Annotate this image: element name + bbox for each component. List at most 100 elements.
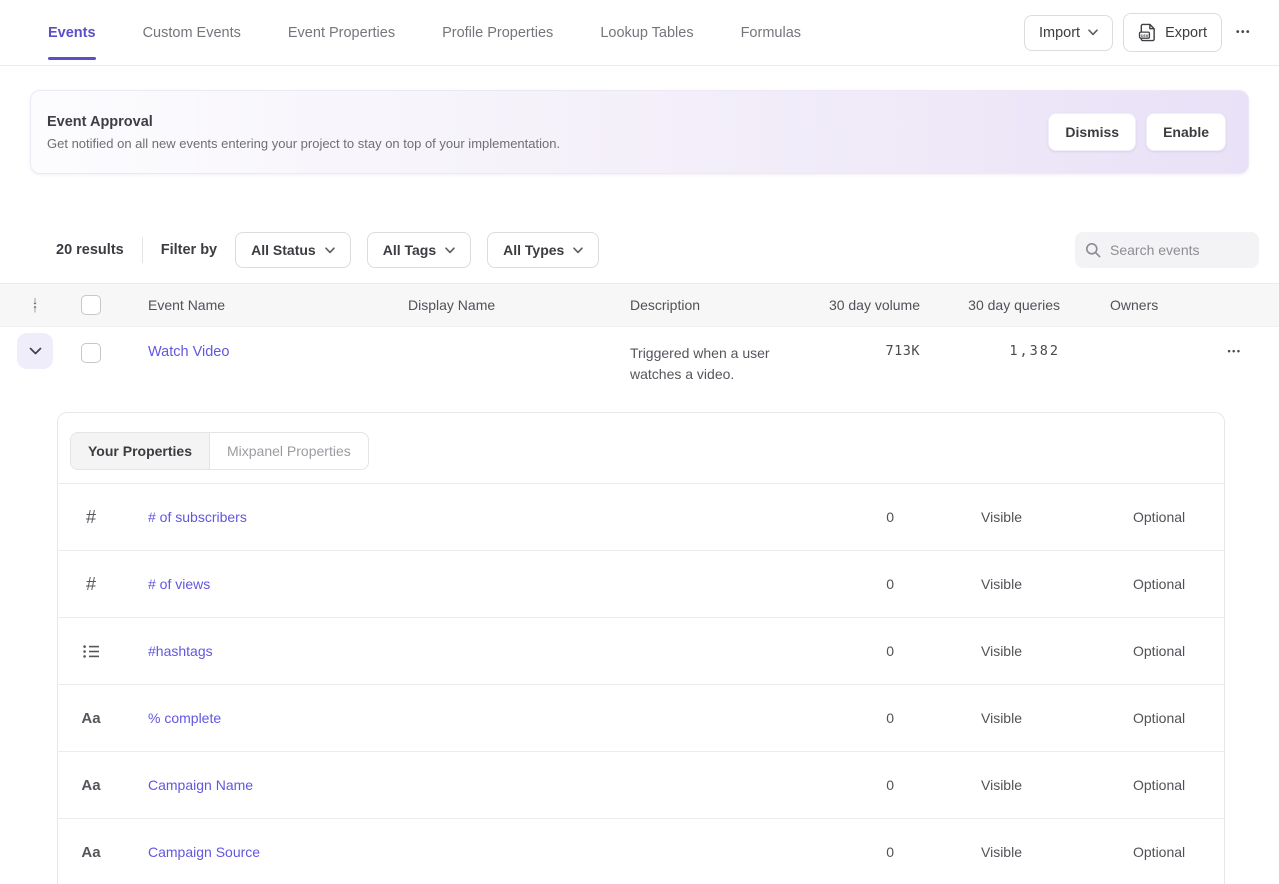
tab-profile-properties[interactable]: Profile Properties <box>442 3 553 63</box>
property-row: Aa % complete 0 Visible Optional <box>58 684 1224 751</box>
row-more-menu[interactable]: ••• <box>1224 341 1246 361</box>
property-name-link[interactable]: # of subscribers <box>124 509 764 525</box>
property-name-link[interactable]: # of views <box>124 576 764 592</box>
property-queries: 0 <box>764 576 894 592</box>
property-visibility: Visible <box>894 710 1109 726</box>
property-visibility: Visible <box>894 777 1109 793</box>
event-properties-panel: Your Properties Mixpanel Properties # # … <box>57 412 1225 884</box>
search-icon <box>1085 242 1101 258</box>
property-queries: 0 <box>764 777 894 793</box>
column-header-volume[interactable]: 30 day volume <box>820 297 920 313</box>
number-type-icon: # <box>86 574 96 595</box>
property-status: Optional <box>1109 844 1214 860</box>
property-visibility: Visible <box>894 844 1109 860</box>
text-type-icon: Aa <box>81 710 100 727</box>
lexicon-page: Events Custom Events Event Properties Pr… <box>0 0 1279 884</box>
dismiss-button[interactable]: Dismiss <box>1048 113 1136 151</box>
tab-events[interactable]: Events <box>48 3 96 63</box>
event-display-name <box>408 327 630 343</box>
property-visibility: Visible <box>894 576 1109 592</box>
import-label: Import <box>1039 25 1080 41</box>
property-status: Optional <box>1109 576 1214 592</box>
property-queries: 0 <box>764 643 894 659</box>
event-owners <box>1060 327 1190 343</box>
divider <box>142 237 143 263</box>
property-name-link[interactable]: #hashtags <box>124 643 764 659</box>
svg-text:csv: csv <box>1141 33 1149 38</box>
tab-event-properties[interactable]: Event Properties <box>288 3 395 63</box>
tab-mixpanel-properties[interactable]: Mixpanel Properties <box>210 433 368 469</box>
types-filter-dropdown[interactable]: All Types <box>487 232 599 268</box>
tab-formulas[interactable]: Formulas <box>741 3 801 63</box>
property-queries: 0 <box>764 844 894 860</box>
property-queries: 0 <box>764 710 894 726</box>
types-filter-label: All Types <box>503 242 564 258</box>
export-button[interactable]: csv Export <box>1123 13 1222 52</box>
property-name-link[interactable]: Campaign Name <box>124 777 764 793</box>
property-row: #hashtags 0 Visible Optional <box>58 617 1224 684</box>
tab-custom-events[interactable]: Custom Events <box>143 3 241 63</box>
search-input[interactable] <box>1110 242 1240 258</box>
column-header-queries[interactable]: 30 day queries <box>920 297 1060 313</box>
banner-actions: Dismiss Enable <box>1048 113 1226 151</box>
tab-lookup-tables[interactable]: Lookup Tables <box>600 3 693 63</box>
property-row: Aa Campaign Name 0 Visible Optional <box>58 751 1224 818</box>
list-type-icon <box>83 644 100 659</box>
column-header-owners[interactable]: Owners <box>1060 297 1190 313</box>
export-label: Export <box>1165 25 1207 41</box>
property-name-link[interactable]: % complete <box>124 710 764 726</box>
column-header-display-name[interactable]: Display Name <box>408 297 630 313</box>
text-type-icon: Aa <box>81 844 100 861</box>
event-row: Watch Video Triggered when a user watche… <box>0 327 1279 412</box>
select-all-checkbox[interactable] <box>81 295 101 315</box>
property-status: Optional <box>1109 710 1214 726</box>
top-nav: Events Custom Events Event Properties Pr… <box>0 0 1279 66</box>
tab-your-properties[interactable]: Your Properties <box>71 433 210 469</box>
property-queries: 0 <box>764 509 894 525</box>
row-checkbox[interactable] <box>81 343 101 363</box>
banner-wrap: Event Approval Get notified on all new e… <box>0 66 1279 174</box>
property-status: Optional <box>1109 509 1214 525</box>
text-type-icon: Aa <box>81 777 100 794</box>
tags-filter-label: All Tags <box>383 242 436 258</box>
status-filter-dropdown[interactable]: All Status <box>235 232 351 268</box>
status-filter-label: All Status <box>251 242 316 258</box>
properties-tab-group: Your Properties Mixpanel Properties <box>70 432 369 470</box>
filter-toolbar: 20 results Filter by All Status All Tags… <box>0 232 1279 268</box>
event-queries: 1,382 <box>920 327 1060 359</box>
column-header-description[interactable]: Description <box>630 297 820 313</box>
banner-subtitle: Get notified on all new events entering … <box>47 136 560 151</box>
event-name-link[interactable]: Watch Video <box>148 344 229 360</box>
csv-file-icon: csv <box>1138 23 1157 42</box>
chevron-down-icon <box>325 247 335 254</box>
property-name-link[interactable]: Campaign Source <box>124 844 764 860</box>
results-count: 20 results <box>56 242 124 258</box>
event-approval-banner: Event Approval Get notified on all new e… <box>30 90 1249 174</box>
properties-tabs-area: Your Properties Mixpanel Properties <box>58 413 1224 483</box>
event-description: Triggered when a user watches a video. <box>630 327 820 385</box>
property-visibility: Visible <box>894 643 1109 659</box>
property-row: # # of views 0 Visible Optional <box>58 550 1224 617</box>
event-volume: 713K <box>820 327 920 359</box>
search-box <box>1075 232 1259 268</box>
nav-tabs: Events Custom Events Event Properties Pr… <box>48 3 801 63</box>
tags-filter-dropdown[interactable]: All Tags <box>367 232 471 268</box>
property-visibility: Visible <box>894 509 1109 525</box>
property-status: Optional <box>1109 777 1214 793</box>
collapse-row-button[interactable] <box>17 333 53 369</box>
collapse-all-icon[interactable]: ↓↑ <box>32 297 38 313</box>
enable-button[interactable]: Enable <box>1146 113 1226 151</box>
nav-actions: Import csv Export ••• <box>1024 13 1255 52</box>
events-table-header: ↓↑ Event Name Display Name Description 3… <box>0 283 1279 327</box>
filter-by-label: Filter by <box>161 242 217 258</box>
chevron-down-icon <box>29 347 42 355</box>
nav-more-menu[interactable]: ••• <box>1232 23 1255 43</box>
column-header-event-name[interactable]: Event Name <box>112 297 408 313</box>
property-row: # # of subscribers 0 Visible Optional <box>58 483 1224 550</box>
chevron-down-icon <box>573 247 583 254</box>
chevron-down-icon <box>445 247 455 254</box>
number-type-icon: # <box>86 507 96 528</box>
import-button[interactable]: Import <box>1024 15 1113 51</box>
property-status: Optional <box>1109 643 1214 659</box>
banner-title: Event Approval <box>47 114 560 130</box>
